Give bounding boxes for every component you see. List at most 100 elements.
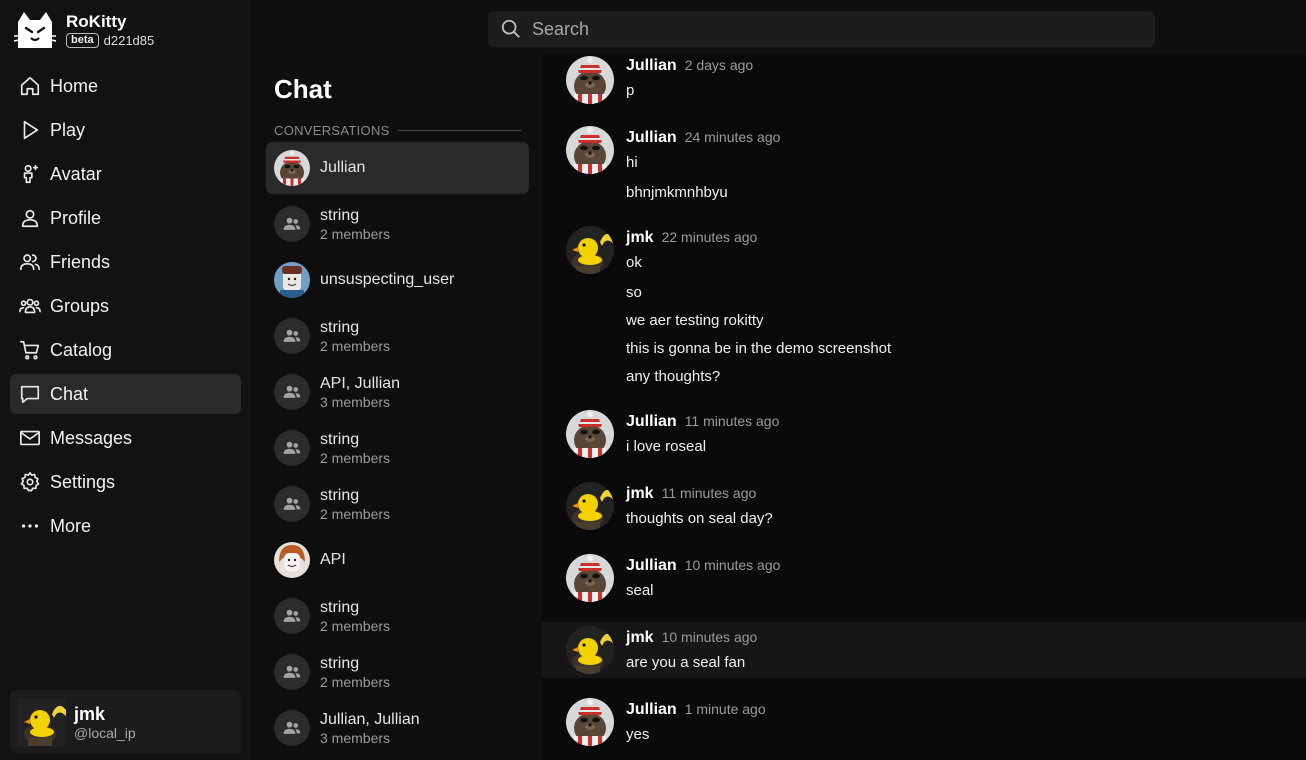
message-text: ok — [626, 254, 642, 271]
member-count: 3 members — [320, 393, 391, 410]
conversation-name: API — [320, 551, 346, 568]
groups-icon — [18, 294, 42, 318]
page-title: Chat — [274, 74, 332, 104]
friends-icon — [18, 250, 42, 274]
avatar[interactable] — [566, 482, 614, 530]
conversation-item[interactable]: string 2 members — [266, 310, 529, 362]
conversation-name: string — [320, 486, 360, 504]
group-icon — [274, 598, 310, 634]
message-author[interactable]: Jullian — [626, 57, 677, 75]
more-icon — [18, 514, 42, 538]
nav-label: More — [50, 515, 92, 536]
message-text: are you a seal fan — [626, 654, 746, 671]
search-input[interactable] — [532, 18, 1132, 40]
user-name: jmk — [74, 703, 106, 724]
search-bar[interactable] — [488, 11, 1155, 47]
message-group: Jullian 11 minutes ago i love roseal — [542, 410, 1306, 466]
message-group: Jullian 24 minutes ago hi bhnjmkmnhbyu — [542, 126, 1306, 214]
nav-item-groups[interactable]: Groups — [10, 286, 241, 326]
conversation-item[interactable]: API, Jullian 3 members — [266, 366, 529, 418]
conversation-item[interactable]: Jullian, Jullian 3 members — [266, 702, 529, 754]
conversation-item[interactable]: string 2 members — [266, 422, 529, 474]
conversation-panel: Chat CONVERSATIONS Jullian string 2 membe… — [258, 60, 538, 760]
group-icon — [274, 206, 310, 242]
nav-item-more[interactable]: More — [10, 506, 241, 546]
conversation-name: string — [320, 654, 360, 672]
message-timestamp: 10 minutes ago — [661, 629, 758, 645]
nav-item-profile[interactable]: Profile — [10, 198, 241, 238]
message-author[interactable]: Jullian — [626, 701, 677, 719]
message-timestamp: 11 minutes ago — [661, 485, 757, 501]
message-author[interactable]: jmk — [626, 485, 654, 503]
avatar[interactable] — [566, 410, 614, 458]
message-text: so — [626, 284, 642, 301]
conversation-name: string — [320, 318, 360, 336]
message-author[interactable]: Jullian — [626, 557, 677, 575]
group-icon — [274, 374, 310, 410]
cat-logo-icon — [13, 12, 56, 48]
avatar[interactable] — [566, 698, 614, 746]
group-icon — [274, 654, 310, 690]
avatar[interactable] — [566, 126, 614, 174]
conversation-item[interactable]: Jullian — [266, 142, 529, 194]
nav-label: Play — [50, 119, 86, 140]
nav-item-friends[interactable]: Friends — [10, 242, 241, 282]
nav-item-play[interactable]: Play — [10, 110, 241, 150]
message-author[interactable]: Jullian — [626, 413, 677, 431]
nav-item-settings[interactable]: Settings — [10, 462, 241, 502]
conversation-name: Jullian — [320, 159, 366, 176]
nav-item-home[interactable]: Home — [10, 66, 241, 106]
avatar[interactable] — [566, 226, 614, 274]
beta-badge: beta — [66, 33, 99, 48]
chat-icon — [18, 382, 42, 406]
conversation-item[interactable]: unsuspecting_user — [266, 254, 529, 306]
message-author[interactable]: jmk — [626, 229, 654, 247]
member-count: 2 members — [320, 449, 391, 466]
message-text: i love roseal — [626, 438, 707, 455]
avatar[interactable] — [566, 56, 614, 104]
nav-item-catalog[interactable]: Catalog — [10, 330, 241, 370]
play-icon — [18, 118, 42, 142]
build-hash: d221d85 — [103, 33, 155, 48]
avatar[interactable] — [566, 554, 614, 602]
message-timestamp: 1 minute ago — [684, 701, 766, 717]
brand[interactable]: RoKitty beta d221d85 — [12, 8, 154, 52]
message-pane: Jullian 2 days ago p Jullian 24 minutes ag… — [542, 54, 1306, 760]
nav-label: Profile — [50, 207, 102, 228]
sidebar: RoKitty beta d221d85 Home Play Avatar Pr… — [0, 0, 250, 760]
message-text: yes — [626, 726, 650, 743]
conversation-name: string — [320, 430, 360, 448]
conversation-item[interactable]: string 2 members — [266, 198, 529, 250]
conversation-item[interactable]: string 2 members — [266, 646, 529, 698]
message-group: jmk 11 minutes ago thoughts on seal day? — [542, 482, 1306, 538]
conversation-name: string — [320, 206, 360, 224]
message-author[interactable]: jmk — [626, 629, 654, 647]
avatar — [274, 542, 310, 578]
message-text: we aer testing rokitty — [626, 312, 764, 329]
conversation-item[interactable]: string 2 members — [266, 478, 529, 530]
avatar[interactable] — [566, 626, 614, 674]
current-user-card[interactable]: jmk @local_ip — [10, 690, 241, 753]
nav-label: Settings — [50, 471, 116, 492]
group-icon — [274, 430, 310, 466]
message-text: any thoughts? — [626, 368, 721, 385]
nav-label: Groups — [50, 295, 110, 316]
conversation-item[interactable]: API — [266, 534, 529, 586]
nav-label: Home — [50, 75, 99, 96]
conversation-name: string — [320, 598, 360, 616]
nav-item-chat[interactable]: Chat — [10, 374, 241, 414]
nav-label: Catalog — [50, 339, 113, 360]
nav-item-messages[interactable]: Messages — [10, 418, 241, 458]
message-timestamp: 11 minutes ago — [684, 413, 780, 429]
message-group: Jullian 2 days ago p — [542, 54, 1306, 114]
section-header: CONVERSATIONS — [274, 123, 521, 138]
avatar-icon — [18, 162, 42, 186]
conversation-item[interactable]: string 2 members — [266, 590, 529, 642]
avatar — [274, 150, 310, 186]
user-handle: @local_ip — [74, 724, 136, 741]
message-group: Jullian 10 minutes ago seal — [542, 554, 1306, 610]
nav-item-avatar[interactable]: Avatar — [10, 154, 241, 194]
message-author[interactable]: Jullian — [626, 129, 677, 147]
home-icon — [18, 74, 42, 98]
message-text: bhnjmkmnhbyu — [626, 184, 728, 201]
